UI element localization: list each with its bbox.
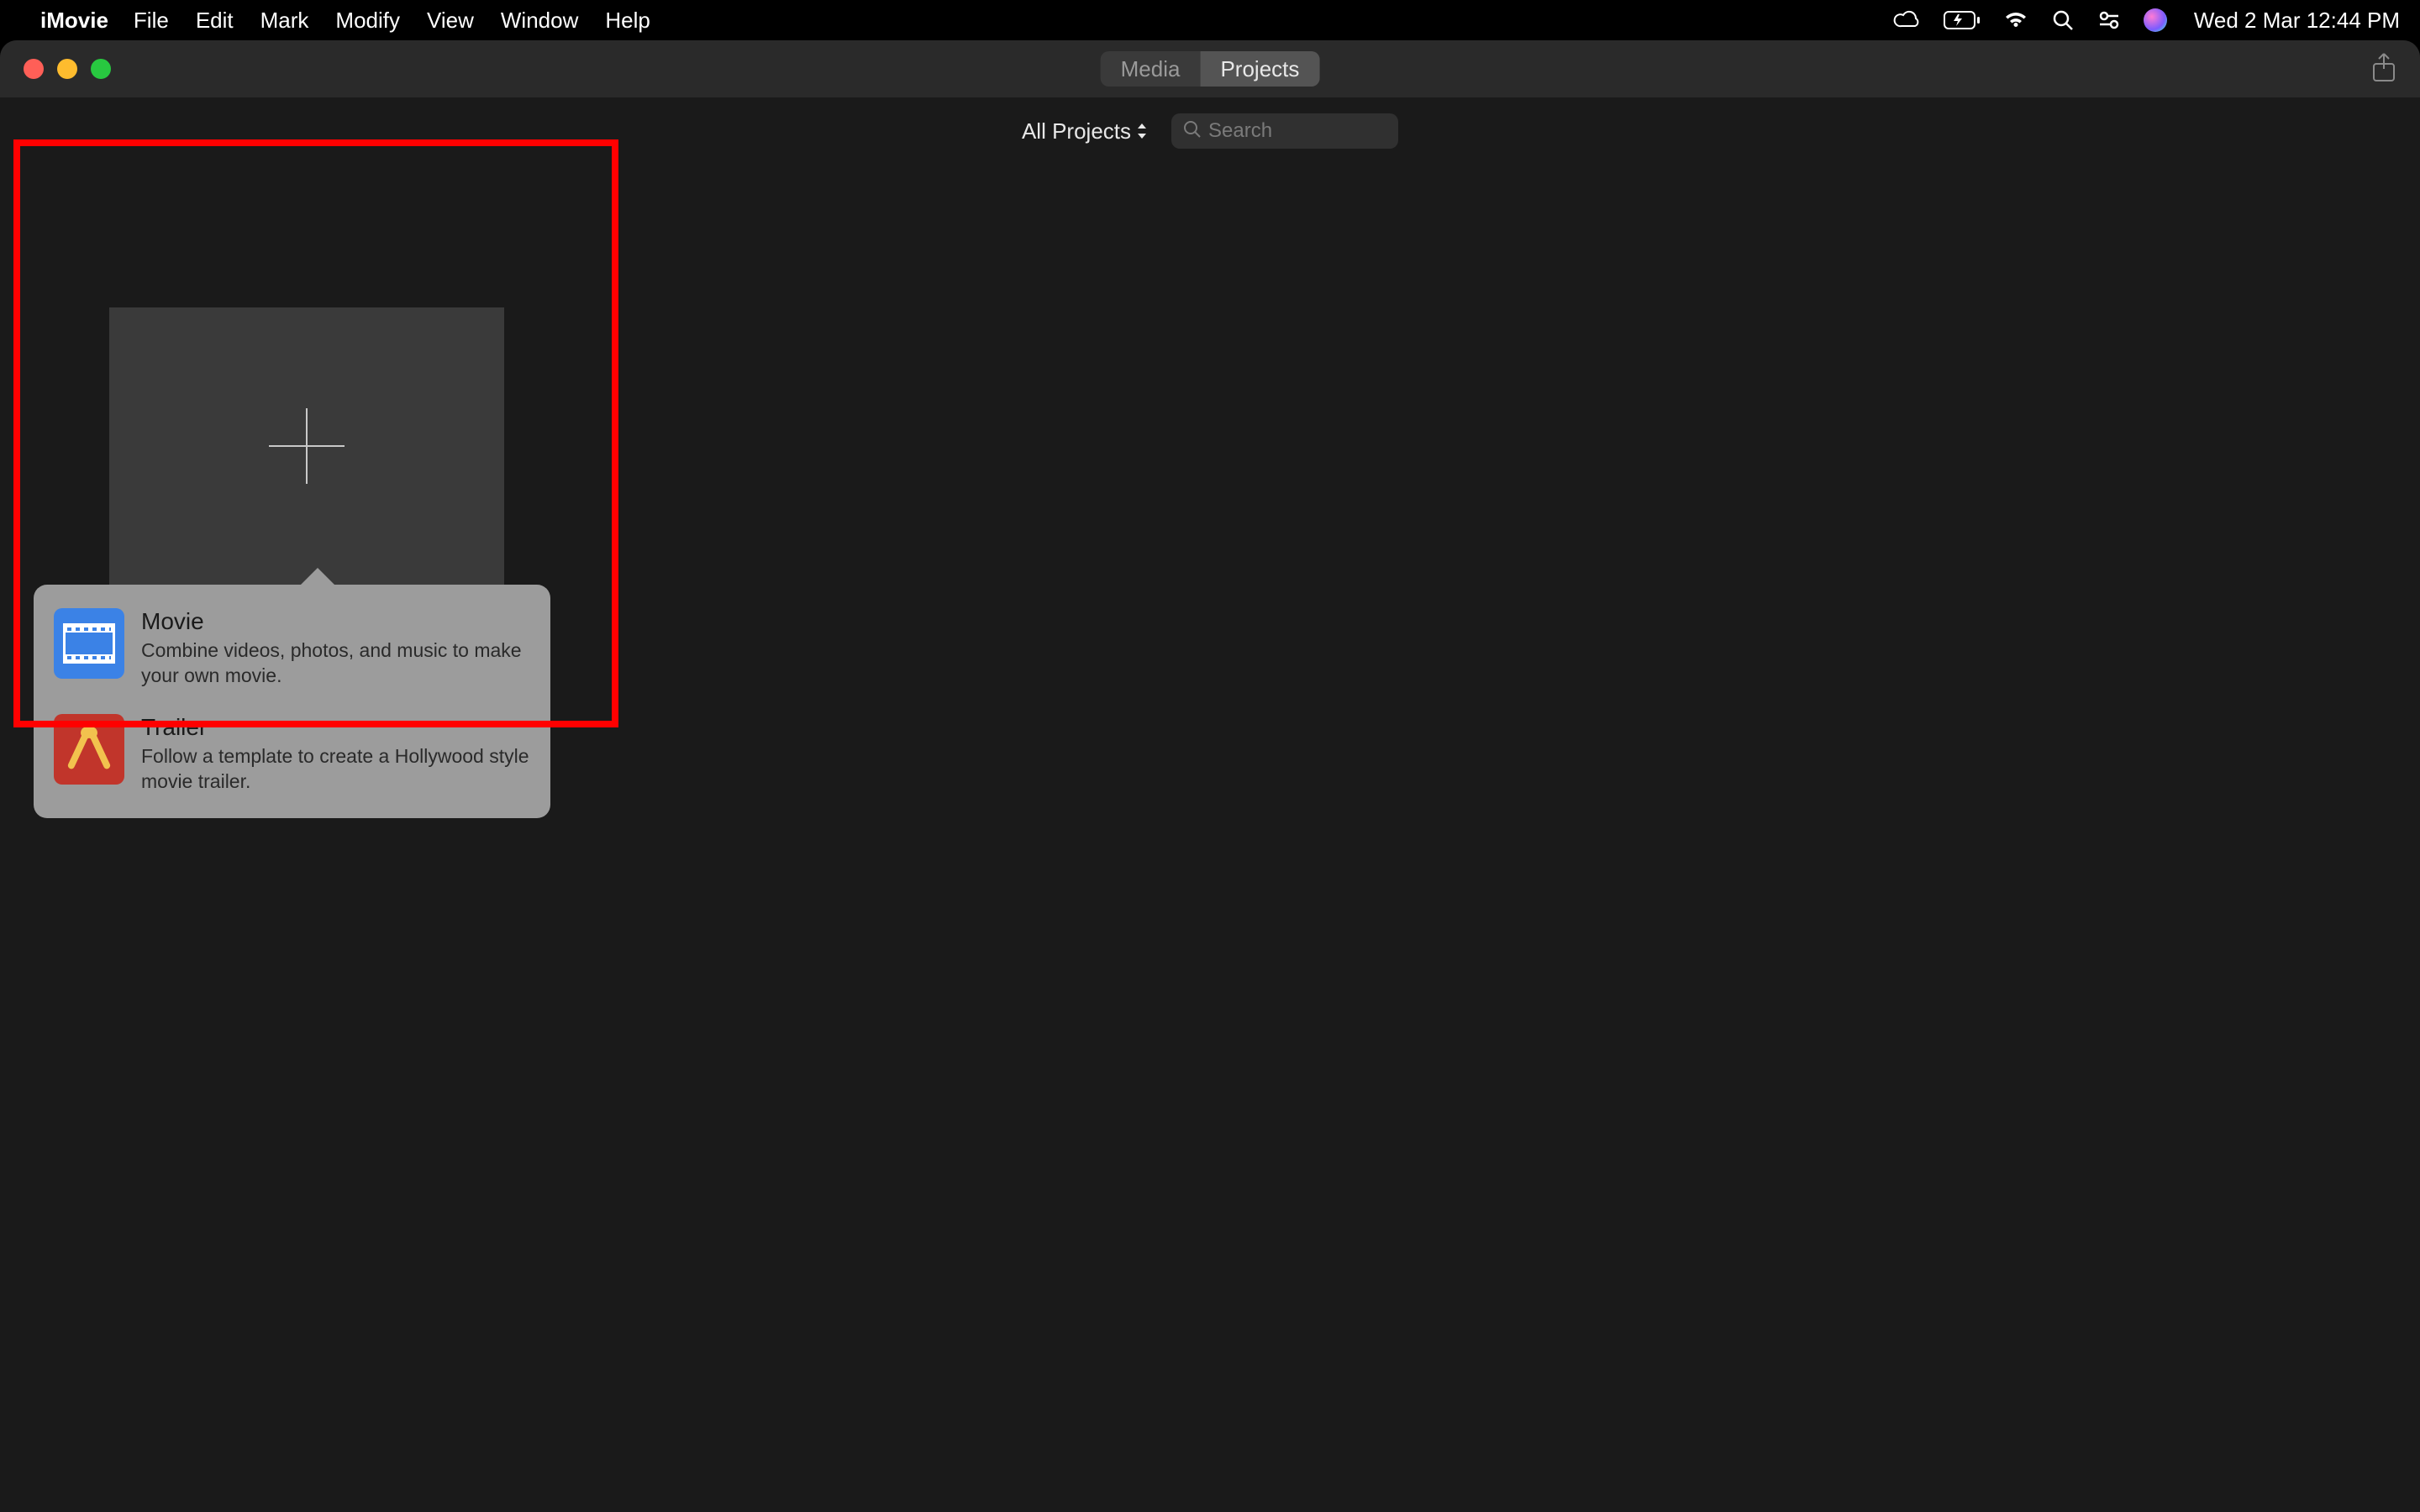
menubar-app-name[interactable]: iMovie [40,8,108,34]
share-button[interactable] [2371,52,2396,87]
menubar-edit[interactable]: Edit [196,8,234,34]
menubar-view[interactable]: View [427,8,474,34]
menubar-datetime[interactable]: Wed 2 Mar 12:44 PM [2194,8,2400,34]
create-movie-desc: Combine videos, photos, and music to mak… [141,638,530,689]
menubar-window[interactable]: Window [501,8,578,34]
menubar-mark[interactable]: Mark [260,8,309,34]
projects-subtoolbar: All Projects [0,97,2420,165]
window-titlebar: Media Projects [0,40,2420,97]
tab-media[interactable]: Media [1101,51,1201,87]
view-tabs: Media Projects [1101,51,1320,87]
window-close-button[interactable] [24,59,44,79]
window-controls [24,59,111,79]
tab-projects[interactable]: Projects [1200,51,1319,87]
menubar-help[interactable]: Help [605,8,650,34]
window-minimize-button[interactable] [57,59,77,79]
create-movie-option[interactable]: Movie Combine videos, photos, and music … [54,601,530,696]
projects-content: Movie Combine videos, photos, and music … [0,165,2420,601]
plus-icon [269,408,345,484]
creative-cloud-icon[interactable] [1893,10,1922,30]
movie-icon [54,608,124,679]
menubar-file[interactable]: File [134,8,169,34]
create-new-popover: Movie Combine videos, photos, and music … [34,585,550,818]
imovie-window: Media Projects All Projects [0,40,2420,1512]
create-trailer-option[interactable]: Trailer Follow a template to create a Ho… [54,707,530,801]
siri-icon[interactable] [2144,8,2167,32]
create-trailer-desc: Follow a template to create a Hollywood … [141,744,530,795]
macos-menubar: iMovie File Edit Mark Modify View Window… [0,0,2420,40]
spotlight-icon[interactable] [2051,8,2075,32]
battery-icon[interactable] [1944,11,1981,29]
create-movie-title: Movie [141,608,530,635]
updown-icon [1136,123,1148,139]
wifi-icon[interactable] [2002,10,2029,30]
create-trailer-title: Trailer [141,714,530,741]
projects-filter-dropdown[interactable]: All Projects [1022,118,1148,144]
menubar-modify[interactable]: Modify [335,8,400,34]
search-field[interactable] [1171,113,1398,149]
search-input[interactable] [1208,119,1469,143]
window-zoom-button[interactable] [91,59,111,79]
trailer-icon [54,714,124,785]
search-icon [1183,120,1202,143]
create-new-tile[interactable] [109,307,504,585]
control-center-icon[interactable] [2096,10,2122,30]
projects-filter-label: All Projects [1022,118,1131,144]
